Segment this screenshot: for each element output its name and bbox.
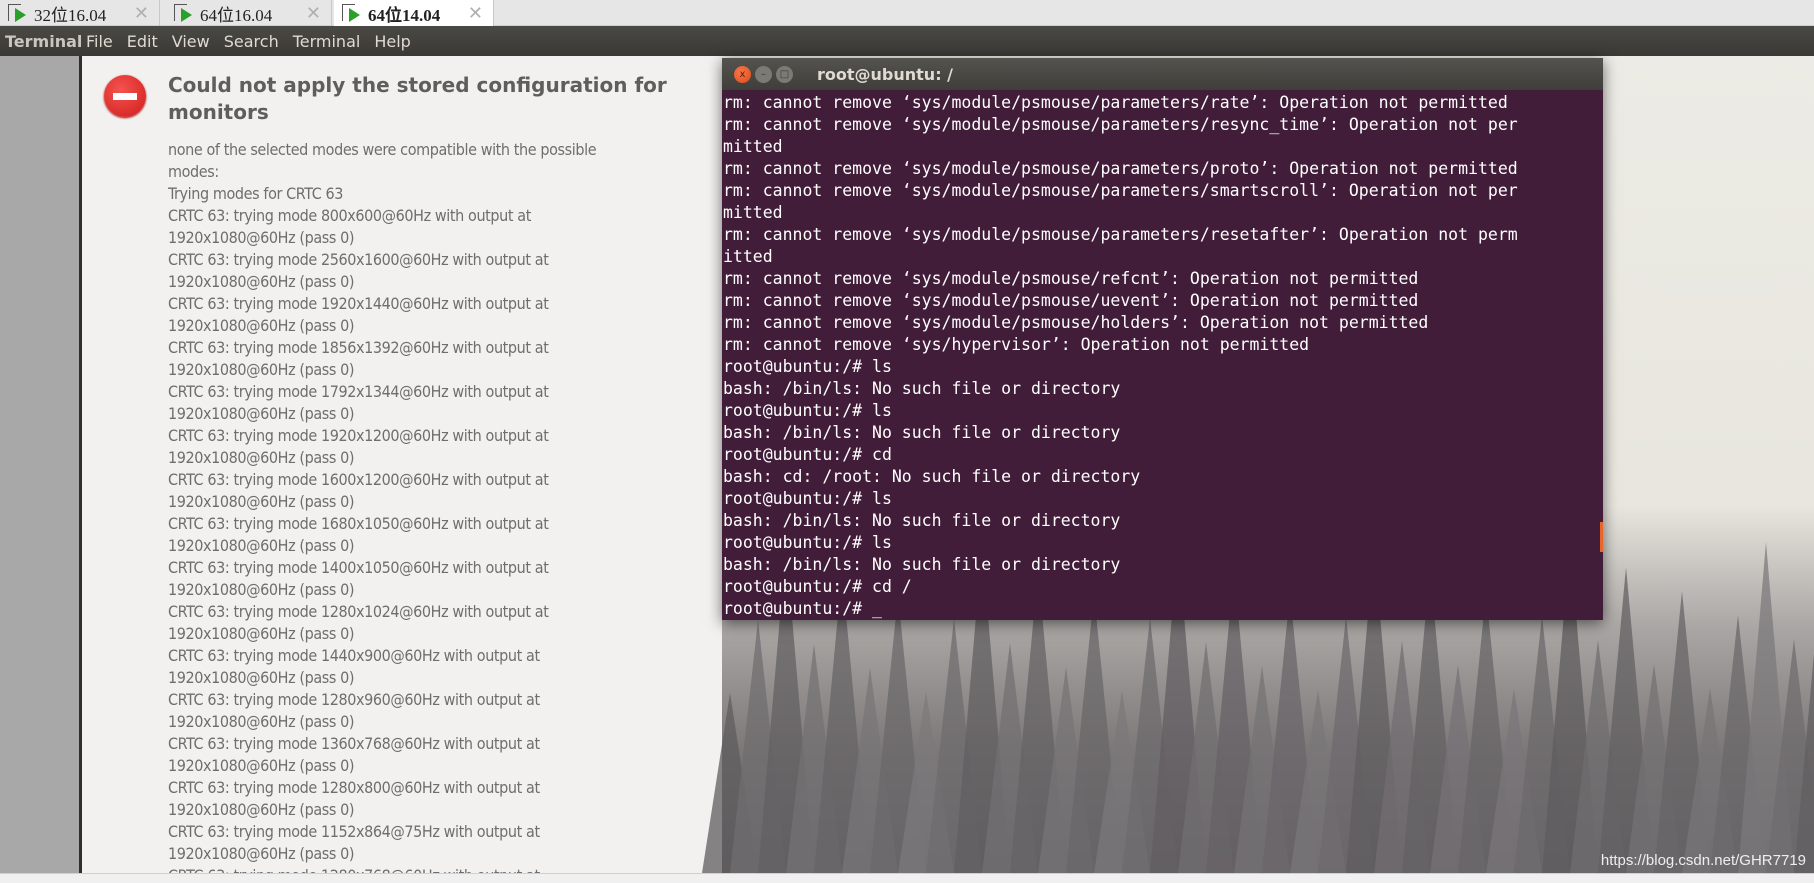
terminal-line: root@ubuntu:/# ls [723, 357, 892, 376]
scrollbar[interactable] [1600, 522, 1603, 552]
tree-shape [1794, 566, 1814, 873]
minimize-icon[interactable]: – [755, 65, 772, 83]
terminal-line: bash: /bin/ls: No such file or directory [723, 555, 1121, 574]
dialog-line: 1920x1080@60Hz (pass 0) [168, 668, 355, 687]
dialog-line: 1920x1080@60Hz (pass 0) [168, 492, 355, 511]
terminal-line: root@ubuntu:/# ls [723, 401, 892, 420]
dialog-line: 1920x1080@60Hz (pass 0) [168, 536, 355, 555]
terminal-line: rm: cannot remove ‘sys/module/psmouse/pa… [723, 115, 1518, 134]
terminal-line: root@ubuntu:/# ls [723, 533, 892, 552]
dialog-line: CRTC 63: trying mode 1920x1200@60Hz with… [168, 426, 549, 445]
dialog-line: CRTC 63: trying mode 1400x1050@60Hz with… [168, 558, 549, 577]
dialog-title: Could not apply the stored configuration… [168, 73, 667, 124]
dialog-line: CRTC 63: trying mode 1856x1392@60Hz with… [168, 338, 549, 357]
menu-edit[interactable]: Edit [127, 32, 158, 51]
close-icon[interactable]: x [734, 65, 751, 83]
dialog-line: CRTC 63: trying mode 800x600@60Hz with o… [168, 206, 531, 225]
menu-search[interactable]: Search [224, 32, 279, 51]
menu-file[interactable]: File [86, 32, 113, 51]
dialog-line: 1920x1080@60Hz (pass 0) [168, 756, 355, 775]
tab-64-16.04[interactable]: 64位16.04 ✕ [166, 0, 332, 26]
terminal-line: mitted [723, 137, 783, 156]
dialog-line: 1920x1080@60Hz (pass 0) [168, 712, 355, 731]
vm-icon [342, 4, 362, 22]
terminal-line: bash: /bin/ls: No such file or directory [723, 423, 1121, 442]
dialog-line: 1920x1080@60Hz (pass 0) [168, 580, 355, 599]
menu-terminal[interactable]: Terminal [293, 32, 361, 51]
terminal-output[interactable]: rm: cannot remove ‘sys/module/psmouse/pa… [722, 90, 1603, 620]
dialog-line: 1920x1080@60Hz (pass 0) [168, 800, 355, 819]
terminal-line: mitted [723, 203, 783, 222]
dialog-line: 1920x1080@60Hz (pass 0) [168, 360, 355, 379]
terminal-title: root@ubuntu: / [817, 64, 953, 84]
terminal-line: bash: /bin/ls: No such file or directory [723, 379, 1121, 398]
tab-label: 64位16.04 [200, 5, 273, 25]
stop-icon [104, 75, 146, 117]
terminal-line: itted [723, 247, 773, 266]
menu-view[interactable]: View [172, 32, 210, 51]
dialog-line: CRTC 63: trying mode 1440x900@60Hz with … [168, 646, 540, 665]
terminal-line: rm: cannot remove ‘sys/module/psmouse/pa… [723, 93, 1508, 112]
launcher-strip [0, 56, 79, 873]
menu-help[interactable]: Help [374, 32, 410, 51]
terminal-titlebar[interactable]: x – □ root@ubuntu: / [722, 58, 1603, 90]
dialog-line: CRTC 63: trying mode 1600x1200@60Hz with… [168, 470, 549, 489]
dialog-line: 1920x1080@60Hz (pass 0) [168, 624, 355, 643]
terminal-line: bash: cd: /root: No such file or directo… [723, 467, 1141, 486]
tab-label: 64位14.04 [368, 5, 441, 25]
tab-32-16.04[interactable]: 32位16.04 ✕ [0, 0, 160, 26]
dialog-line: 1920x1080@60Hz (pass 0) [168, 448, 355, 467]
dialog-line: CRTC 63: trying mode 1152x864@75Hz with … [168, 822, 540, 841]
maximize-icon[interactable]: □ [776, 65, 793, 83]
dialog-line: CRTC 63: trying mode 1280x1024@60Hz with… [168, 602, 549, 621]
terminal-window[interactable]: x – □ root@ubuntu: / rm: cannot remove ‘… [722, 58, 1603, 620]
close-icon[interactable]: ✕ [306, 3, 321, 24]
dialog-line: CRTC 63: trying mode 1680x1050@60Hz with… [168, 514, 549, 533]
terminal-line: root@ubuntu:/# _ [723, 599, 882, 618]
terminal-line: rm: cannot remove ‘sys/module/psmouse/re… [723, 269, 1419, 288]
close-icon[interactable]: ✕ [134, 3, 149, 24]
dialog-line: CRTC 63: trying mode 1280x768@60Hz with … [168, 865, 688, 873]
terminal-line: rm: cannot remove ‘sys/module/psmouse/pa… [723, 159, 1518, 178]
error-dialog: Could not apply the stored configuration… [79, 56, 722, 873]
terminal-line: rm: cannot remove ‘sys/module/psmouse/ho… [723, 313, 1429, 332]
dialog-line: none of the selected modes were compatib… [168, 140, 597, 159]
vm-icon [174, 4, 194, 22]
dialog-line: modes: [168, 162, 219, 181]
watermark: https://blog.csdn.net/GHR7719 [1600, 852, 1806, 869]
terminal-line: rm: cannot remove ‘sys/module/psmouse/pa… [723, 181, 1518, 200]
terminal-line: root@ubuntu:/# cd / [723, 577, 912, 596]
dialog-line: 1920x1080@60Hz (pass 0) [168, 844, 355, 863]
dialog-message: none of the selected modes were compatib… [168, 139, 688, 873]
tab-label: 32位16.04 [34, 5, 107, 25]
terminal-line: rm: cannot remove ‘sys/hypervisor’: Oper… [723, 335, 1310, 354]
vm-icon [8, 4, 28, 22]
menu-bar: Terminal File Edit View Search Terminal … [0, 26, 1814, 56]
dialog-line: CRTC 63: trying mode 1280x800@60Hz with … [168, 778, 540, 797]
terminal-line: rm: cannot remove ‘sys/module/psmouse/ue… [723, 291, 1419, 310]
dialog-line: CRTC 63: trying mode 1920x1440@60Hz with… [168, 294, 549, 313]
dialog-line: Trying modes for CRTC 63 [168, 184, 344, 203]
dialog-line: 1920x1080@60Hz (pass 0) [168, 316, 355, 335]
dialog-line: 1920x1080@60Hz (pass 0) [168, 404, 355, 423]
status-strip [0, 873, 1814, 883]
close-icon[interactable]: ✕ [468, 3, 483, 24]
dialog-line: CRTC 63: trying mode 2560x1600@60Hz with… [168, 250, 549, 269]
dialog-line: CRTC 63: trying mode 1280x960@60Hz with … [168, 690, 540, 709]
dialog-line: 1920x1080@60Hz (pass 0) [168, 272, 355, 291]
tab-64-14.04[interactable]: 64位14.04 ✕ [334, 0, 494, 26]
vm-tab-bar: 32位16.04 ✕ 64位16.04 ✕ 64位14.04 ✕ [0, 0, 1814, 26]
terminal-line: rm: cannot remove ‘sys/module/psmouse/pa… [723, 225, 1518, 244]
terminal-line: root@ubuntu:/# cd [723, 445, 892, 464]
dialog-line: 1920x1080@60Hz (pass 0) [168, 228, 355, 247]
terminal-line: root@ubuntu:/# ls [723, 489, 892, 508]
app-name: Terminal [5, 31, 83, 51]
terminal-line: bash: /bin/ls: No such file or directory [723, 511, 1121, 530]
dialog-line: CRTC 63: trying mode 1360x768@60Hz with … [168, 734, 540, 753]
dialog-line: CRTC 63: trying mode 1792x1344@60Hz with… [168, 382, 549, 401]
